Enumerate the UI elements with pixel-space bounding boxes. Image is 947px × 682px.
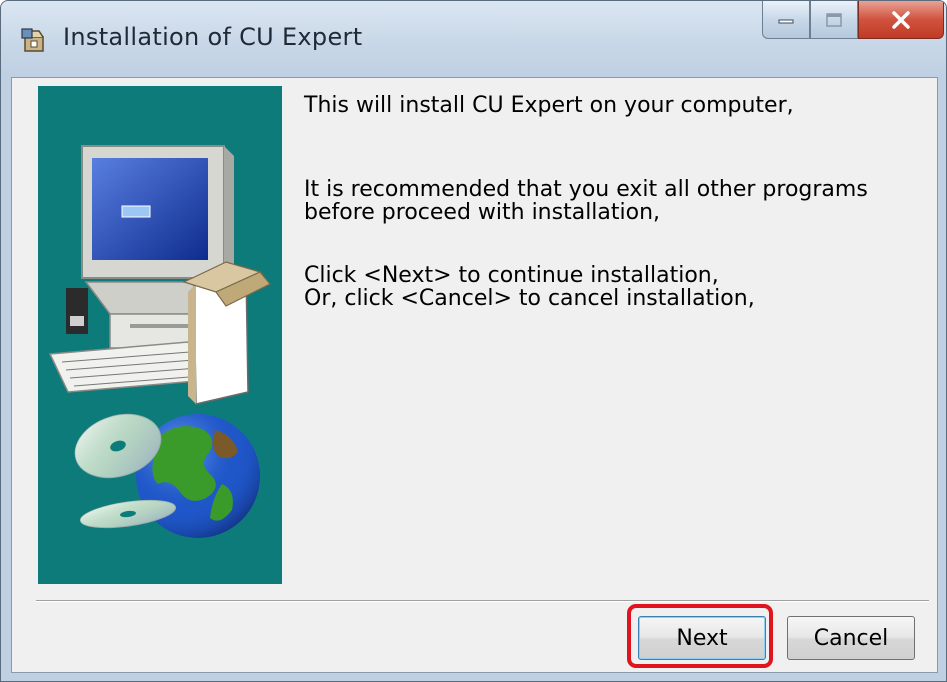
cancel-button[interactable]: Cancel: [787, 616, 915, 660]
banner-image: [38, 86, 282, 584]
next-button[interactable]: Next: [638, 616, 766, 660]
minimize-icon: [778, 19, 794, 23]
title-bar[interactable]: Installation of CU Expert: [1, 1, 946, 77]
intro-line: This will install CU Expert on your comp…: [304, 93, 794, 118]
navigation-instructions: Click <Next> to continue installation, O…: [304, 263, 755, 311]
separator-line: [36, 600, 929, 602]
dialog-client-area: This will install CU Expert on your comp…: [11, 77, 938, 673]
close-icon: [892, 10, 910, 29]
banner-illustration: [48, 145, 271, 538]
installer-window: Installation of CU Expert This will inst…: [0, 0, 947, 682]
installer-icon: [21, 28, 44, 52]
recommendation-text: It is recommended that you exit all othe…: [304, 177, 868, 225]
open-box-icon: [182, 261, 271, 405]
maximize-button[interactable]: [810, 1, 858, 39]
caption-buttons: [762, 1, 944, 41]
window-title: Installation of CU Expert: [63, 23, 363, 51]
minimize-button[interactable]: [762, 1, 810, 39]
maximize-icon: [826, 12, 842, 27]
close-button[interactable]: [858, 1, 944, 39]
